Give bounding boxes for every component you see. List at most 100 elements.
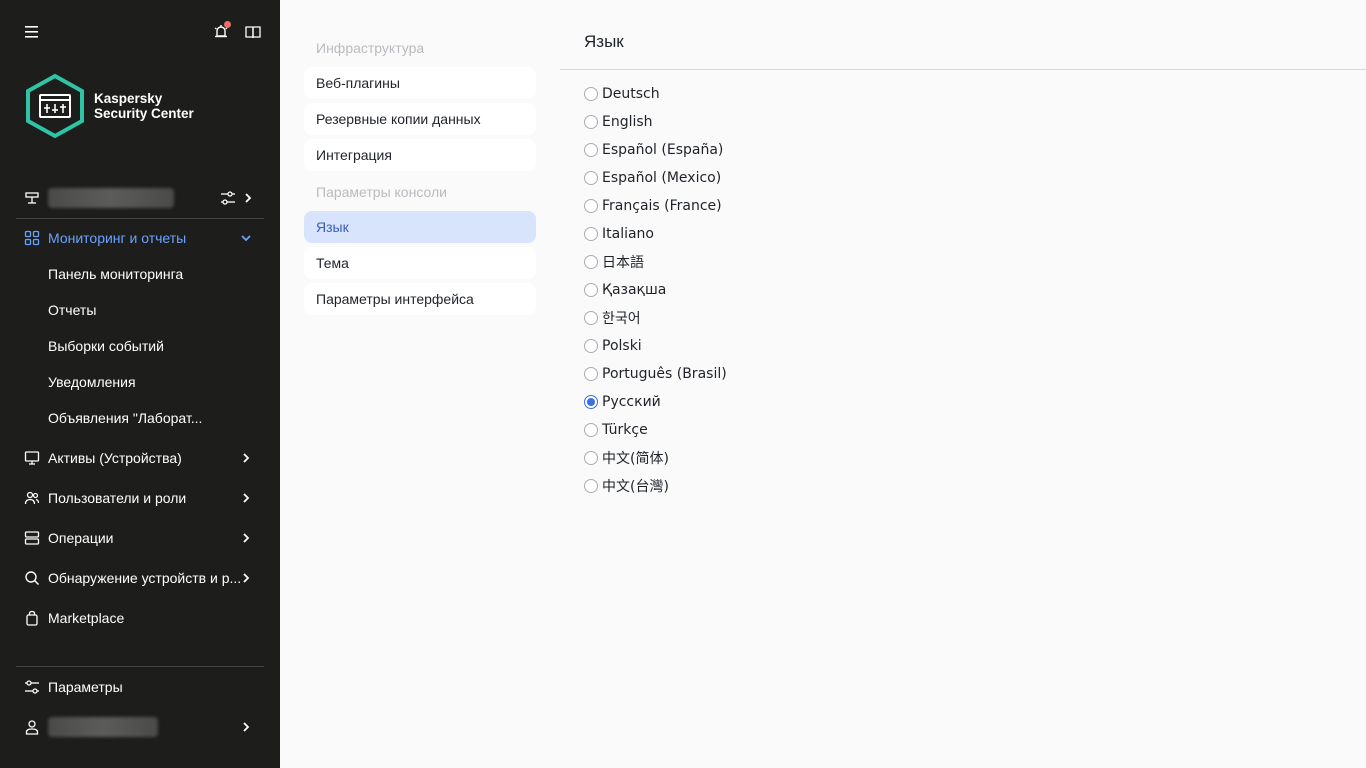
nav-sub-notifications[interactable]: Уведомления (48, 368, 248, 396)
nav-sub-monitoring-panel[interactable]: Панель мониторинга (48, 260, 248, 288)
bag-icon (24, 610, 40, 626)
language-option[interactable]: Русский (584, 390, 661, 414)
radio-button[interactable] (584, 171, 598, 185)
nav-sub-reports[interactable]: Отчеты (48, 296, 248, 324)
radio-button[interactable] (584, 395, 598, 409)
radio-button[interactable] (584, 423, 598, 437)
nav-sub-event-selections[interactable]: Выборки событий (48, 332, 248, 360)
nav-operations[interactable]: Операции (16, 520, 264, 556)
menu-group-header-console-settings: Параметры консоли (316, 184, 447, 200)
server-selector[interactable] (24, 184, 264, 212)
nav-label: Marketplace (48, 610, 125, 626)
language-option[interactable]: Polski (584, 334, 642, 358)
nav-label: Обнаружение устройств и р... (48, 570, 242, 586)
language-option-label: Deutsch (602, 86, 660, 102)
radio-button[interactable] (584, 255, 598, 269)
filter-settings-icon[interactable] (220, 190, 236, 206)
nav-label: Активы (Устройства) (48, 450, 182, 466)
language-option-label: Polski (602, 338, 642, 354)
language-option-label: Русский (602, 394, 661, 410)
users-icon (24, 490, 40, 506)
brand-line-1: Kaspersky (94, 91, 163, 106)
language-option[interactable]: Türkçe (584, 418, 648, 442)
menu-item-data-backups[interactable]: Резервные копии данных (304, 103, 536, 135)
radio-button[interactable] (584, 199, 598, 213)
kaspersky-logo: Kaspersky Security Center (24, 72, 244, 140)
notifications-icon[interactable] (209, 20, 233, 44)
nav-label: Пользователи и роли (48, 490, 187, 506)
menu-item-theme[interactable]: Тема (304, 247, 536, 279)
settings-sliders-icon (24, 679, 40, 695)
language-option[interactable]: English (584, 110, 653, 134)
book-icon[interactable] (241, 20, 265, 44)
menu-item-interface-settings[interactable]: Параметры интерфейса (304, 283, 536, 315)
radio-button[interactable] (584, 227, 598, 241)
user-name-redacted (48, 717, 158, 737)
nav-monitoring-reports[interactable]: Мониторинг и отчеты (16, 220, 264, 256)
nav-user-account[interactable] (16, 709, 264, 745)
language-option-label: 한국어 (602, 311, 641, 327)
language-option-label: Français (France) (602, 198, 722, 214)
search-icon (24, 570, 40, 586)
language-option[interactable]: Español (Mexico) (584, 166, 721, 190)
monitor-icon (24, 450, 40, 466)
radio-button[interactable] (584, 339, 598, 353)
language-option[interactable]: Español (España) (584, 138, 723, 162)
chevron-down-icon (238, 230, 254, 246)
chevron-right-icon (238, 570, 254, 586)
language-option[interactable]: 日本語 (584, 250, 644, 274)
language-option[interactable]: 中文(台灣) (584, 474, 669, 498)
notification-badge (224, 21, 231, 28)
operations-icon (24, 530, 40, 546)
chevron-right-icon (238, 530, 254, 546)
language-option-label: English (602, 114, 653, 130)
language-option-label: 中文(简体) (602, 451, 669, 467)
chevron-right-icon (238, 490, 254, 506)
page-title: Язык (584, 32, 624, 51)
menu-item-language[interactable]: Язык (304, 211, 536, 243)
radio-button[interactable] (584, 311, 598, 325)
brand-line-2: Security Center (94, 106, 194, 121)
language-option[interactable]: Қазақша (584, 278, 666, 302)
radio-button[interactable] (584, 87, 598, 101)
language-option[interactable]: Italiano (584, 222, 654, 246)
nav-label: Мониторинг и отчеты (48, 230, 187, 246)
nav-label: Операции (48, 530, 114, 546)
language-option[interactable]: Deutsch (584, 82, 660, 106)
language-option-label: Türkçe (602, 422, 648, 438)
logo-hexagon-icon (26, 73, 84, 139)
title-divider (560, 69, 1366, 70)
chevron-right-icon[interactable] (240, 190, 256, 206)
sidebar-top-bar (0, 0, 280, 64)
language-option[interactable]: Français (France) (584, 194, 722, 218)
radio-button[interactable] (584, 283, 598, 297)
nav-assets-devices[interactable]: Активы (Устройства) (16, 440, 264, 476)
menu-item-web-plugins[interactable]: Веб-плагины (304, 67, 536, 99)
nav-marketplace[interactable]: Marketplace (16, 600, 264, 636)
language-option[interactable]: 中文(简体) (584, 446, 669, 470)
sidebar-divider (16, 218, 264, 219)
settings-menu: Инфраструктура Веб-плагины Резервные коп… (280, 0, 560, 768)
language-option[interactable]: 한국어 (584, 306, 641, 330)
nav-users-roles[interactable]: Пользователи и роли (16, 480, 264, 516)
menu-item-integration[interactable]: Интеграция (304, 139, 536, 171)
dashboard-icon (24, 230, 40, 246)
language-option-label: Italiano (602, 226, 654, 242)
brand-name: Kaspersky Security Center (94, 91, 194, 121)
nav-sub-announcements[interactable]: Объявления "Лаборат... (48, 404, 248, 432)
nav-settings[interactable]: Параметры (16, 669, 264, 705)
server-name-redacted (48, 188, 174, 208)
nav-device-discovery[interactable]: Обнаружение устройств и р... (16, 560, 264, 596)
radio-button[interactable] (584, 479, 598, 493)
radio-button[interactable] (584, 143, 598, 157)
language-option-label: Español (Mexico) (602, 170, 722, 186)
hamburger-icon[interactable] (20, 20, 44, 44)
radio-button[interactable] (584, 367, 598, 381)
radio-button[interactable] (584, 451, 598, 465)
language-settings-panel: Язык Deutsch English Español (España) Españ… (560, 0, 1366, 768)
server-icon (24, 190, 40, 206)
radio-button[interactable] (584, 115, 598, 129)
language-option[interactable]: Português (Brasil) (584, 362, 727, 386)
user-icon (24, 719, 40, 735)
chevron-right-icon (238, 450, 254, 466)
